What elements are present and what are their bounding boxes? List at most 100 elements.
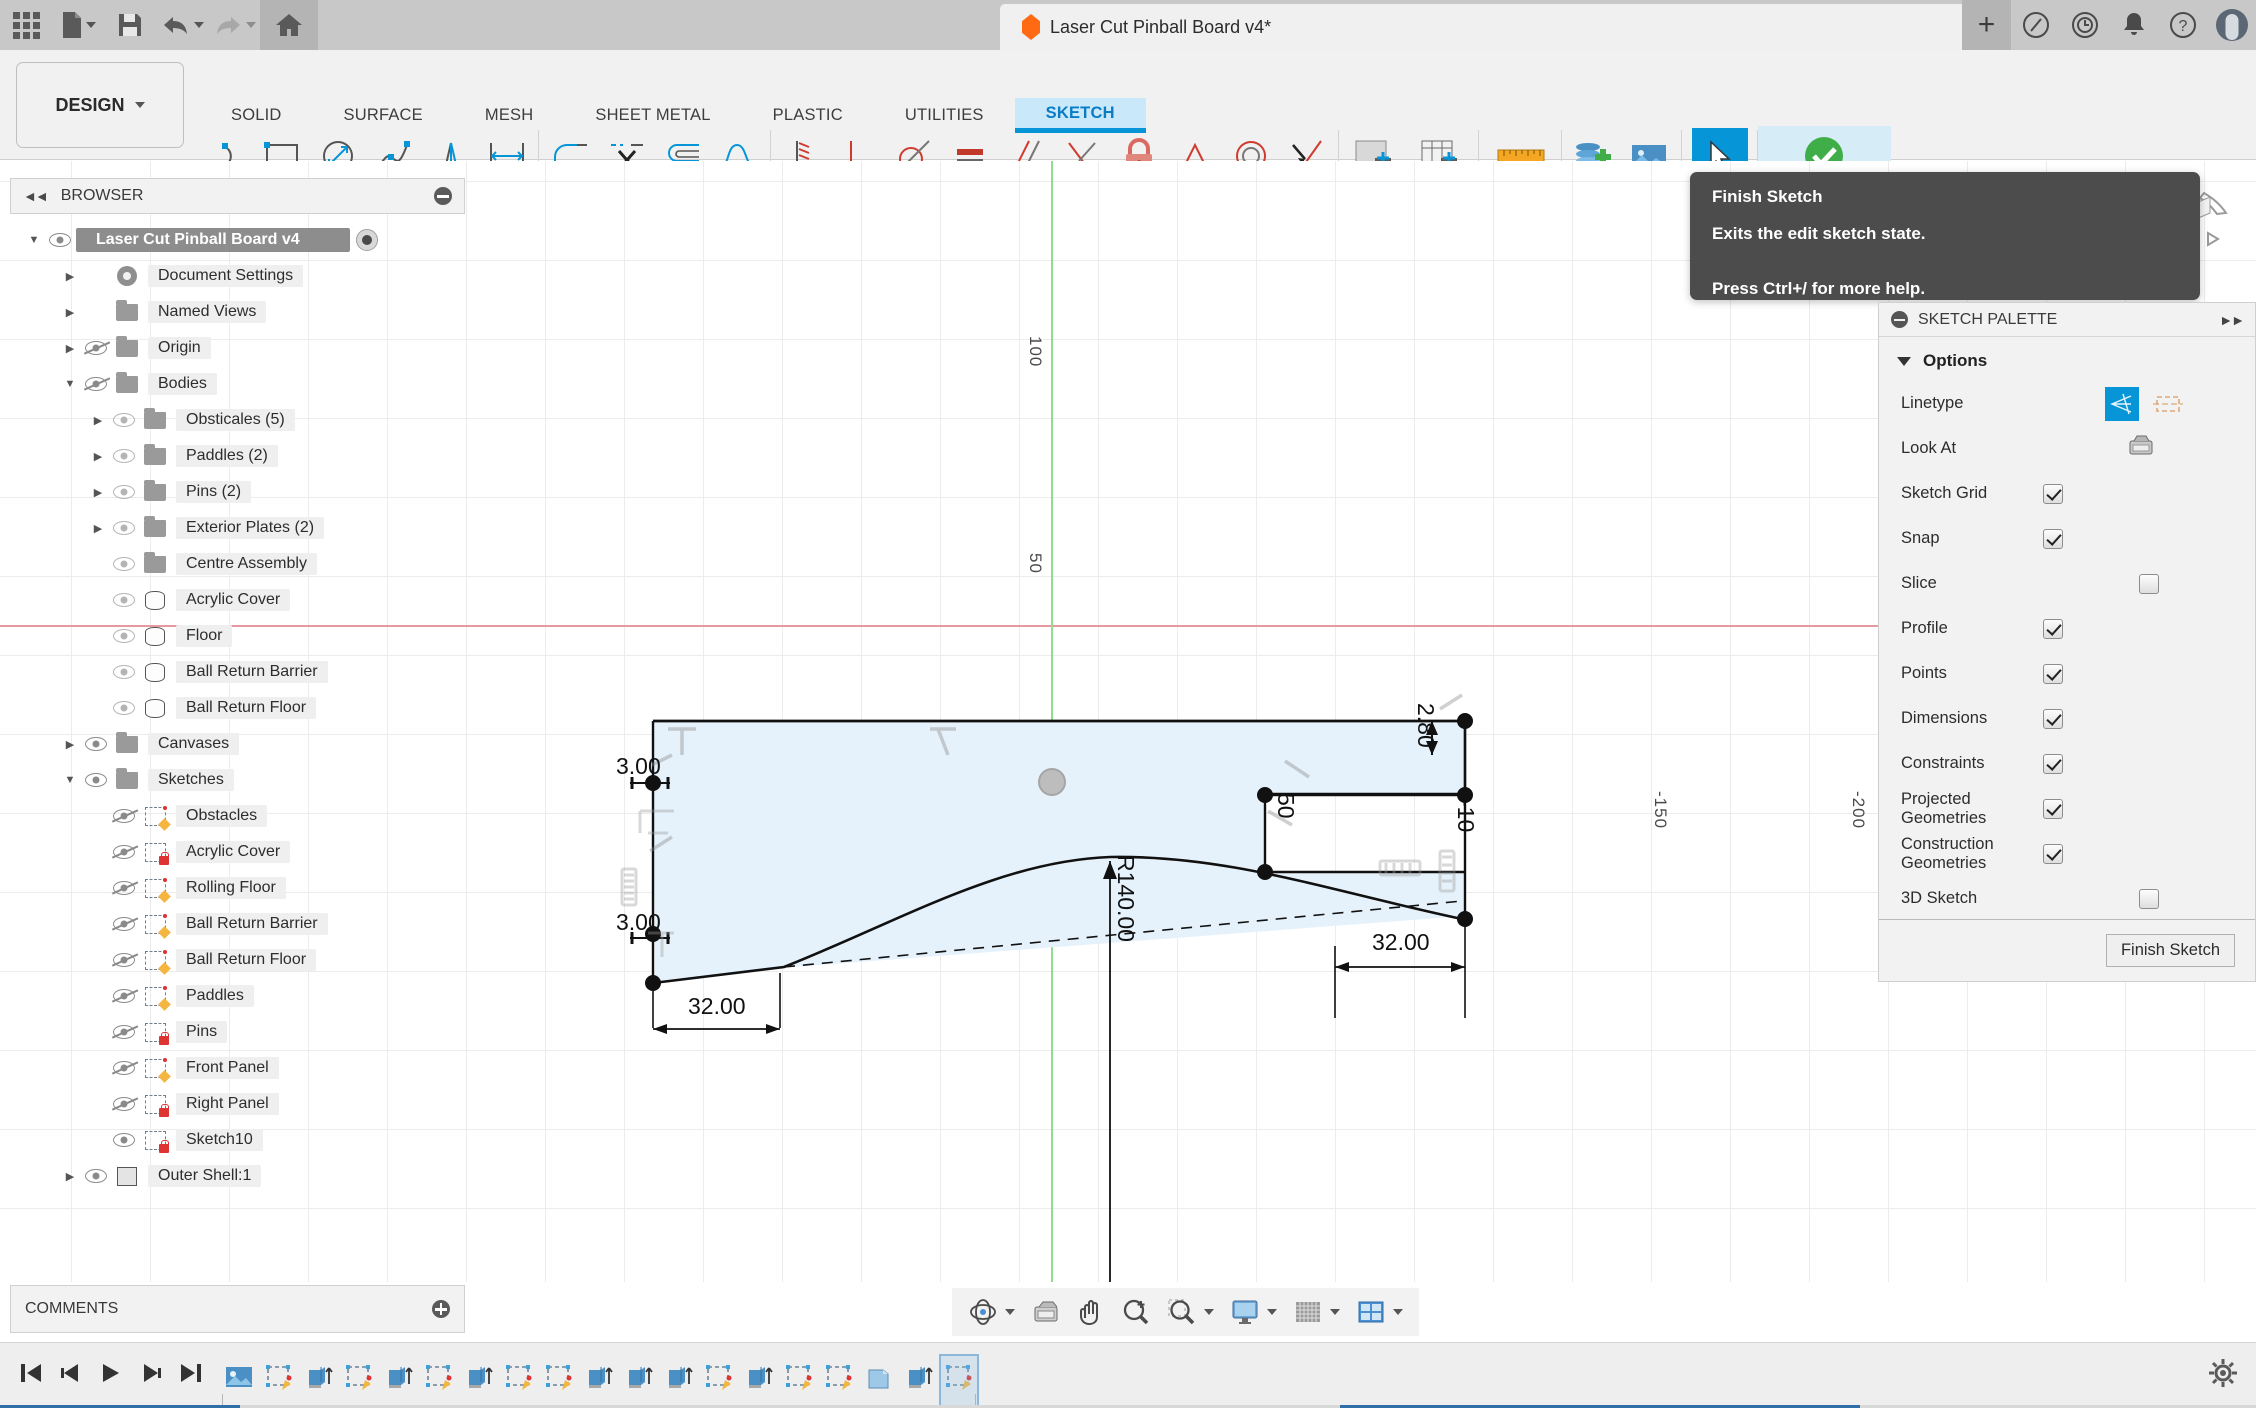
chevron-right-icon[interactable]: ▶ [60, 306, 80, 319]
timeline-feature[interactable] [502, 1358, 536, 1398]
save-icon[interactable] [104, 0, 156, 50]
chevron-down-icon[interactable]: ▼ [60, 378, 80, 390]
checkbox[interactable] [2043, 708, 2063, 729]
dimension-32-00-left[interactable]: 32.00 [688, 993, 746, 1020]
collapse-icon[interactable]: ◄◄ [23, 188, 49, 204]
timeline-feature[interactable] [302, 1358, 336, 1398]
browser-item[interactable]: Right Panel [10, 1086, 465, 1122]
home-icon[interactable] [260, 0, 318, 50]
visibility-icon[interactable] [108, 881, 140, 895]
dimension-32-00-right[interactable]: 32.00 [1372, 929, 1430, 956]
timeline-feature[interactable] [422, 1358, 456, 1398]
browser-item[interactable]: ▶ Pins (2) [10, 474, 465, 510]
checkbox[interactable] [2043, 528, 2063, 549]
chevron-right-icon[interactable]: ▶ [88, 522, 108, 535]
timeline-feature[interactable] [382, 1358, 416, 1398]
visibility-icon[interactable] [80, 341, 112, 355]
dimension-neg-10[interactable]: -10 [1452, 799, 1479, 832]
step-forward-icon[interactable] [138, 1361, 164, 1390]
browser-item[interactable]: ▶ Document Settings [10, 258, 465, 294]
visibility-icon[interactable] [108, 809, 140, 823]
expand-icon[interactable]: ►► [2219, 312, 2245, 328]
timeline-feature[interactable] [902, 1358, 936, 1398]
browser-item[interactable]: Acrylic Cover [10, 834, 465, 870]
help-icon[interactable]: ? [2158, 0, 2207, 50]
look-at-button[interactable] [2127, 434, 2155, 463]
chevron-down-icon[interactable] [1330, 1309, 1340, 1315]
timeline-feature[interactable] [622, 1358, 656, 1398]
apps-grid-icon[interactable] [0, 0, 52, 50]
browser-item[interactable]: ▶ Named Views [10, 294, 465, 330]
timeline-feature[interactable] [742, 1358, 776, 1398]
grid-snap-icon[interactable] [1287, 1290, 1346, 1334]
browser-item[interactable]: Paddles [10, 978, 465, 1014]
browser-root-item[interactable]: ▼ Laser Cut Pinball Board v4 [10, 222, 465, 258]
timeline-feature[interactable] [582, 1358, 616, 1398]
visibility-icon[interactable] [108, 413, 140, 427]
visibility-icon[interactable] [108, 989, 140, 1003]
visibility-icon[interactable] [108, 449, 140, 463]
checkbox[interactable] [2043, 618, 2063, 639]
checkbox[interactable] [2043, 753, 2063, 774]
browser-item[interactable]: ▶ Exterior Plates (2) [10, 510, 465, 546]
linetype-construction-button[interactable] [2153, 391, 2183, 417]
browser-item[interactable]: Obstacles [10, 798, 465, 834]
minimize-icon[interactable] [434, 187, 452, 205]
checkbox[interactable] [2043, 663, 2063, 684]
browser-item[interactable]: ▶ Obsticales (5) [10, 402, 465, 438]
visibility-icon[interactable] [108, 485, 140, 499]
chevron-down-icon[interactable]: ▼ [24, 234, 44, 246]
visibility-icon[interactable] [108, 557, 140, 571]
visibility-icon[interactable] [108, 845, 140, 859]
workspace-switcher[interactable]: DESIGN [16, 62, 184, 148]
notifications-icon[interactable] [2109, 0, 2158, 50]
timeline-feature[interactable] [462, 1358, 496, 1398]
browser-item[interactable]: Rolling Floor [10, 870, 465, 906]
go-to-beginning-icon[interactable] [18, 1361, 44, 1390]
visibility-icon[interactable] [108, 917, 140, 931]
checkbox[interactable] [2043, 843, 2063, 864]
timeline-settings-icon[interactable] [2208, 1358, 2256, 1393]
palette-options-header[interactable]: Options [1879, 337, 2255, 381]
chevron-right-icon[interactable]: ▶ [88, 414, 108, 427]
chevron-down-icon[interactable]: ▼ [60, 774, 80, 786]
timeline-feature[interactable] [542, 1358, 576, 1398]
browser-item[interactable]: Ball Return Floor [10, 690, 465, 726]
browser-item[interactable]: ▶ Outer Shell:1 [10, 1158, 465, 1194]
visibility-icon[interactable] [108, 701, 140, 715]
minimize-icon[interactable] [1891, 311, 1908, 328]
timeline-feature[interactable] [702, 1358, 736, 1398]
extensions-icon[interactable] [2011, 0, 2060, 50]
browser-item[interactable]: ▼ Bodies [10, 366, 465, 402]
dimension-3-00-lower[interactable]: 3.00 [616, 909, 661, 936]
checkbox[interactable] [2043, 798, 2063, 819]
timeline-feature[interactable] [342, 1358, 376, 1398]
chevron-right-icon[interactable]: ▶ [88, 450, 108, 463]
sketch-origin-point[interactable] [1038, 768, 1066, 796]
undo-icon[interactable] [156, 0, 208, 50]
timeline-feature[interactable] [822, 1358, 856, 1398]
visibility-icon[interactable] [108, 629, 140, 643]
add-comment-icon[interactable] [432, 1300, 450, 1318]
zoom-window-icon[interactable] [1161, 1290, 1220, 1334]
checkbox[interactable] [2139, 888, 2159, 909]
visibility-icon[interactable] [108, 593, 140, 607]
timeline-feature[interactable] [939, 1353, 979, 1407]
browser-item[interactable]: ▶ Origin [10, 330, 465, 366]
visibility-icon[interactable] [80, 1169, 112, 1183]
finish-sketch-button[interactable]: Finish Sketch [2105, 934, 2235, 967]
timeline-feature[interactable] [782, 1358, 816, 1398]
chevron-right-icon[interactable]: ▶ [60, 342, 80, 355]
timeline-feature[interactable] [862, 1358, 896, 1398]
visibility-icon[interactable] [80, 773, 112, 787]
chevron-down-icon[interactable] [1005, 1309, 1015, 1315]
viewports-icon[interactable] [1350, 1290, 1409, 1334]
chevron-right-icon[interactable]: ▶ [60, 1170, 80, 1183]
linetype-normal-button[interactable] [2105, 386, 2139, 421]
visibility-icon[interactable] [44, 233, 76, 247]
browser-item[interactable]: Ball Return Barrier [10, 654, 465, 690]
browser-item[interactable]: Sketch10 [10, 1122, 465, 1158]
zoom-icon[interactable] [1115, 1290, 1157, 1334]
timeline-feature[interactable] [262, 1358, 296, 1398]
account-avatar[interactable] [2207, 0, 2256, 50]
